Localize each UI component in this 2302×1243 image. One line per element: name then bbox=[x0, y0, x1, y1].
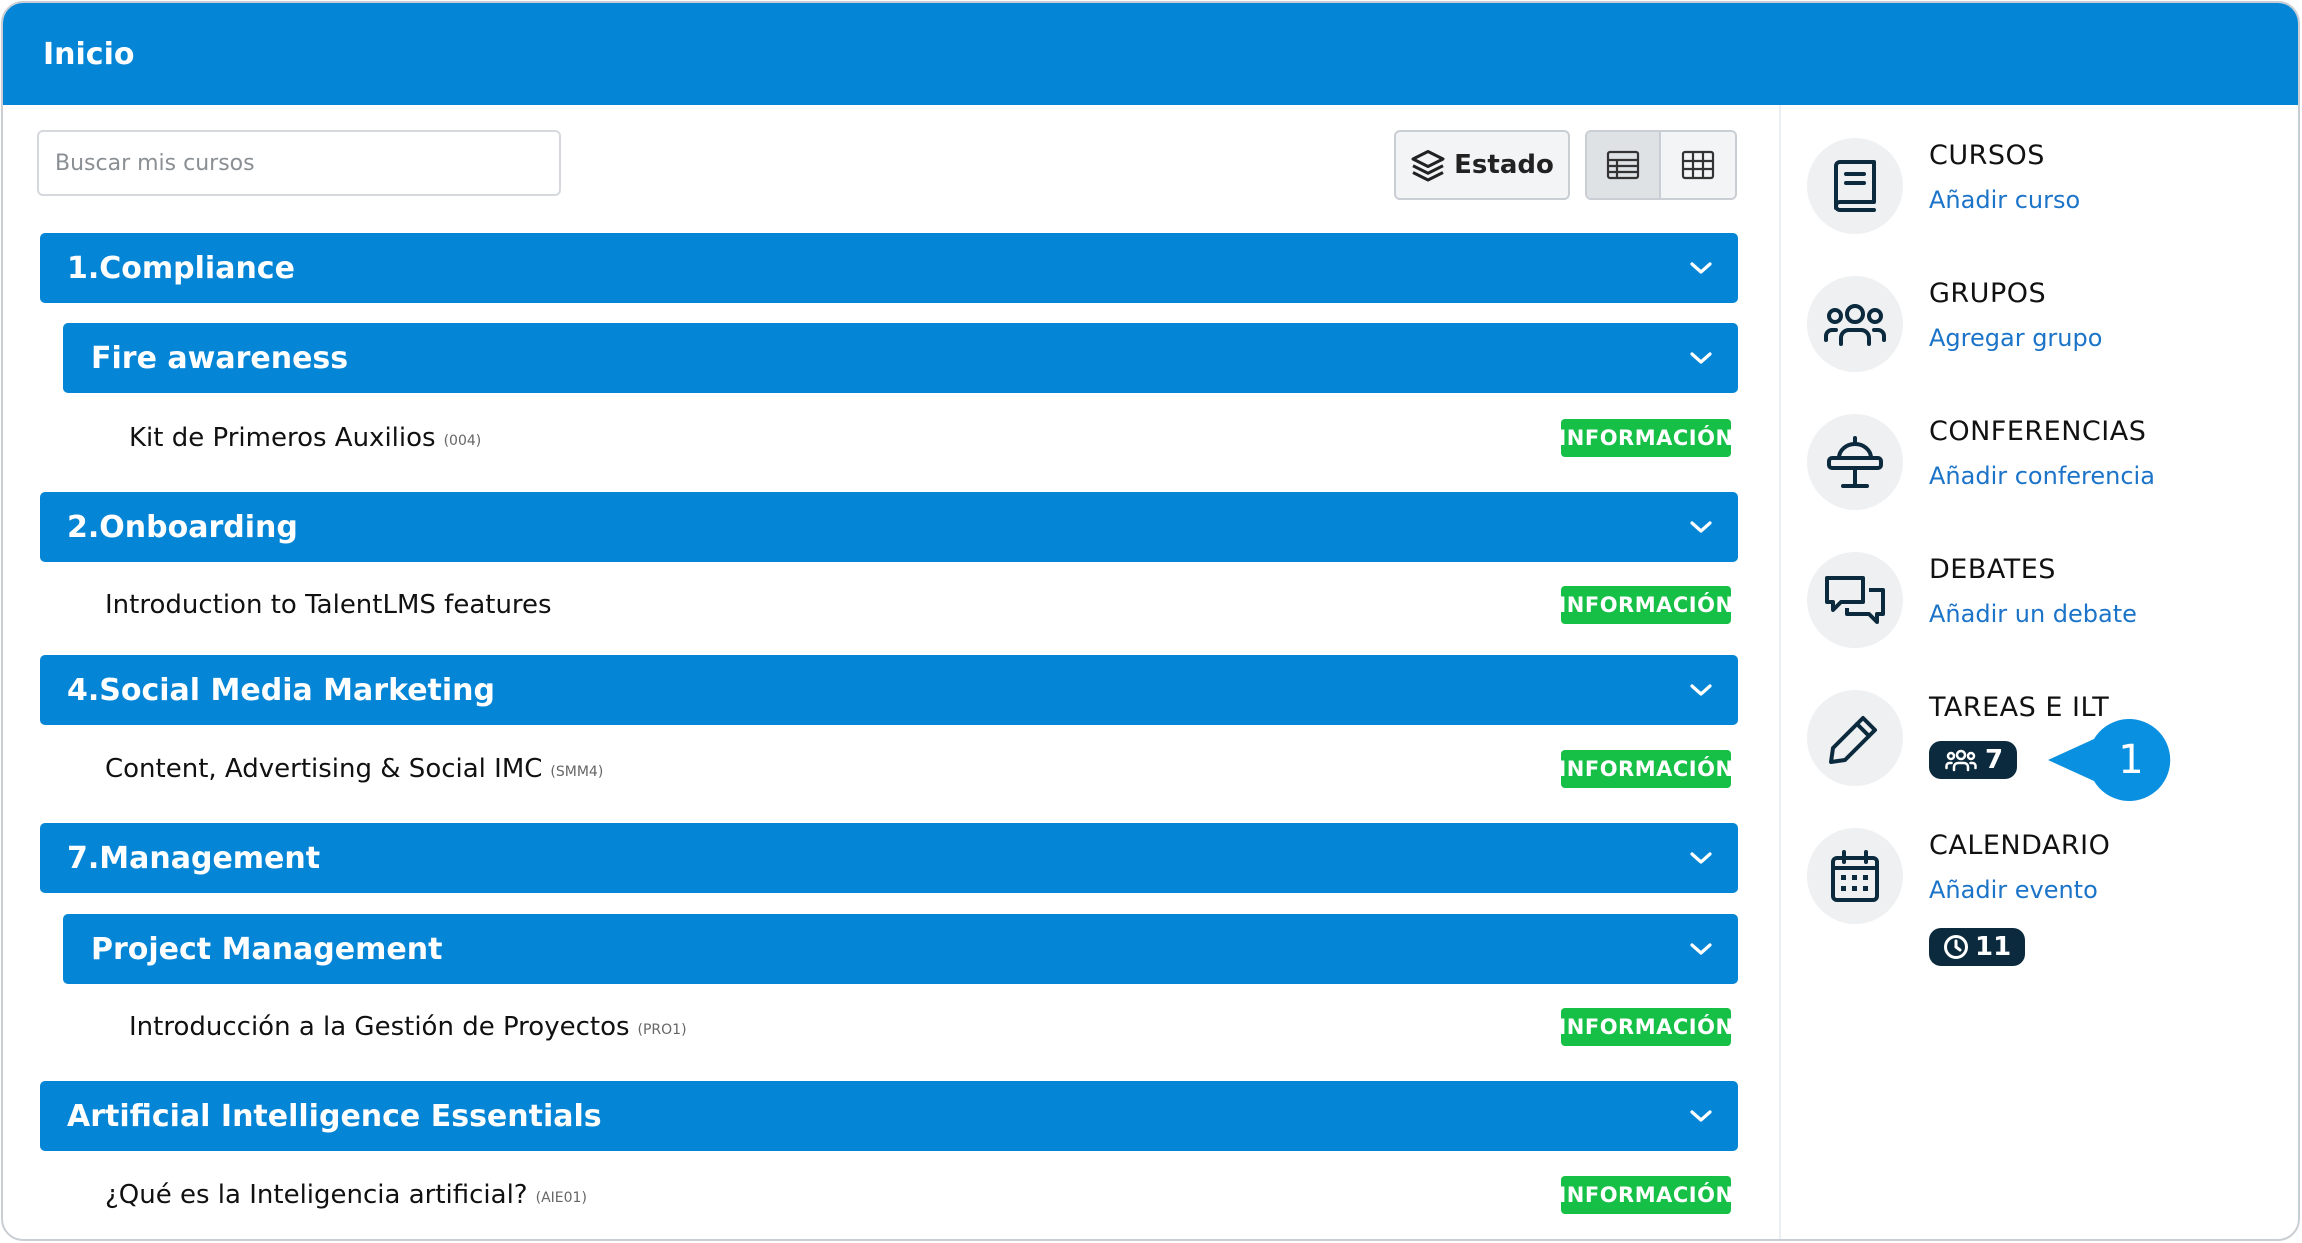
search-input[interactable] bbox=[37, 130, 561, 196]
category-label: Artificial Intelligence Essentials bbox=[67, 1098, 602, 1134]
course-item[interactable]: Kit de Primeros Auxilios (004) bbox=[129, 413, 481, 463]
info-badge[interactable]: INFORMACIÓN bbox=[1558, 586, 1733, 624]
icon-circle bbox=[1807, 138, 1903, 234]
course-item[interactable]: Introducción a la Gestión de Proyectos (… bbox=[129, 1002, 687, 1052]
sidebar-title: CALENDARIO bbox=[1929, 830, 2111, 861]
tareas-count-badge[interactable]: 7 bbox=[1929, 741, 2018, 779]
grid-icon bbox=[1681, 150, 1715, 180]
sidebar-item-cursos: CURSOS Añadir curso bbox=[1807, 138, 2298, 238]
clock-icon bbox=[1944, 935, 1968, 959]
chevron-down-icon bbox=[1690, 521, 1712, 533]
category-label: Fire awareness bbox=[91, 340, 349, 376]
chevron-down-icon bbox=[1690, 262, 1712, 274]
table-list-icon bbox=[1606, 150, 1640, 180]
calendar-icon bbox=[1831, 850, 1879, 902]
add-group-link[interactable]: Agregar grupo bbox=[1929, 324, 2102, 352]
category-social-media-marketing[interactable]: 4.Social Media Marketing bbox=[40, 655, 1738, 725]
icon-circle bbox=[1807, 690, 1903, 786]
category-label: 2.Onboarding bbox=[67, 509, 298, 545]
chevron-down-icon bbox=[1690, 943, 1712, 955]
course-item[interactable]: ¿Qué es la Inteligencia artificial? (AIE… bbox=[105, 1170, 587, 1220]
chevron-down-icon bbox=[1690, 684, 1712, 696]
add-event-link[interactable]: Añadir evento bbox=[1929, 876, 2098, 904]
page-header: Inicio bbox=[3, 3, 2298, 105]
course-code: (004) bbox=[443, 433, 482, 449]
category-project-management[interactable]: Project Management bbox=[63, 914, 1738, 984]
calendario-count: 11 bbox=[1975, 932, 2012, 962]
course-code: (AIE01) bbox=[535, 1190, 587, 1206]
callout-number: 1 bbox=[2118, 737, 2144, 783]
category-fire-awareness[interactable]: Fire awareness bbox=[63, 323, 1738, 393]
icon-circle bbox=[1807, 276, 1903, 372]
icon-circle bbox=[1807, 414, 1903, 510]
category-compliance[interactable]: 1.Compliance bbox=[40, 233, 1738, 303]
add-conference-link[interactable]: Añadir conferencia bbox=[1929, 462, 2155, 490]
course-item[interactable]: Content, Advertising & Social IMC (SMM4) bbox=[105, 744, 603, 794]
chevron-down-icon bbox=[1690, 352, 1712, 364]
info-badge[interactable]: INFORMACIÓN bbox=[1558, 1176, 1733, 1214]
category-label: Project Management bbox=[91, 931, 443, 967]
users-icon bbox=[1945, 749, 1977, 772]
app-window: Inicio Estado bbox=[1, 1, 2300, 1241]
sidebar-title: CURSOS bbox=[1929, 140, 2045, 171]
course-name: Kit de Primeros Auxilios bbox=[129, 423, 436, 453]
category-onboarding[interactable]: 2.Onboarding bbox=[40, 492, 1738, 562]
sidebar: CURSOS Añadir curso GRUPOS Agregar grupo bbox=[1779, 105, 2298, 1239]
calendario-count-badge[interactable]: 11 bbox=[1929, 928, 2026, 966]
tareas-count: 7 bbox=[1985, 745, 2004, 775]
sidebar-item-debates: DEBATES Añadir un debate bbox=[1807, 552, 2298, 652]
icon-circle bbox=[1807, 828, 1903, 924]
users-icon bbox=[1824, 304, 1886, 346]
category-label: 4.Social Media Marketing bbox=[67, 672, 496, 708]
page-title: Inicio bbox=[43, 36, 135, 72]
course-code: (SMM4) bbox=[550, 764, 604, 780]
chevron-down-icon bbox=[1690, 1110, 1712, 1122]
sidebar-item-calendario: CALENDARIO Añadir evento 11 bbox=[1807, 828, 2298, 978]
grid-view-button[interactable] bbox=[1661, 132, 1735, 198]
status-filter-button[interactable]: Estado bbox=[1394, 130, 1570, 200]
list-view-button[interactable] bbox=[1587, 132, 1661, 198]
chat-bubbles-icon bbox=[1825, 576, 1885, 624]
view-toggle bbox=[1585, 130, 1737, 200]
status-filter-label: Estado bbox=[1454, 150, 1554, 180]
course-name: Introduction to TalentLMS features bbox=[105, 590, 552, 620]
course-name: Introducción a la Gestión de Proyectos bbox=[129, 1012, 630, 1042]
course-code: (PRO1) bbox=[637, 1022, 687, 1038]
info-badge[interactable]: INFORMACIÓN bbox=[1558, 1008, 1733, 1046]
info-badge[interactable]: INFORMACIÓN bbox=[1558, 750, 1733, 788]
sidebar-title: CONFERENCIAS bbox=[1929, 416, 2147, 447]
sidebar-item-conferencias: CONFERENCIAS Añadir conferencia bbox=[1807, 414, 2298, 514]
chevron-down-icon bbox=[1690, 852, 1712, 864]
course-name: ¿Qué es la Inteligencia artificial? bbox=[105, 1180, 528, 1210]
step-callout: 1 bbox=[2048, 719, 2172, 801]
course-catalog: Estado bbox=[3, 105, 1779, 1239]
add-debate-link[interactable]: Añadir un debate bbox=[1929, 600, 2137, 628]
layers-icon bbox=[1411, 150, 1445, 182]
category-label: 1.Compliance bbox=[67, 250, 295, 286]
course-name: Content, Advertising & Social IMC bbox=[105, 754, 543, 784]
sidebar-title: GRUPOS bbox=[1929, 278, 2047, 309]
info-badge[interactable]: INFORMACIÓN bbox=[1558, 419, 1733, 457]
icon-circle bbox=[1807, 552, 1903, 648]
book-icon bbox=[1834, 160, 1876, 212]
sidebar-title: DEBATES bbox=[1929, 554, 2056, 585]
pencil-icon bbox=[1829, 716, 1877, 764]
add-course-link[interactable]: Añadir curso bbox=[1929, 186, 2080, 214]
category-artificial-intelligence[interactable]: Artificial Intelligence Essentials bbox=[40, 1081, 1738, 1151]
sidebar-item-grupos: GRUPOS Agregar grupo bbox=[1807, 276, 2298, 376]
category-management[interactable]: 7.Management bbox=[40, 823, 1738, 893]
category-label: 7.Management bbox=[67, 840, 321, 876]
course-item[interactable]: Introduction to TalentLMS features bbox=[105, 580, 560, 630]
presentation-icon bbox=[1827, 436, 1883, 488]
